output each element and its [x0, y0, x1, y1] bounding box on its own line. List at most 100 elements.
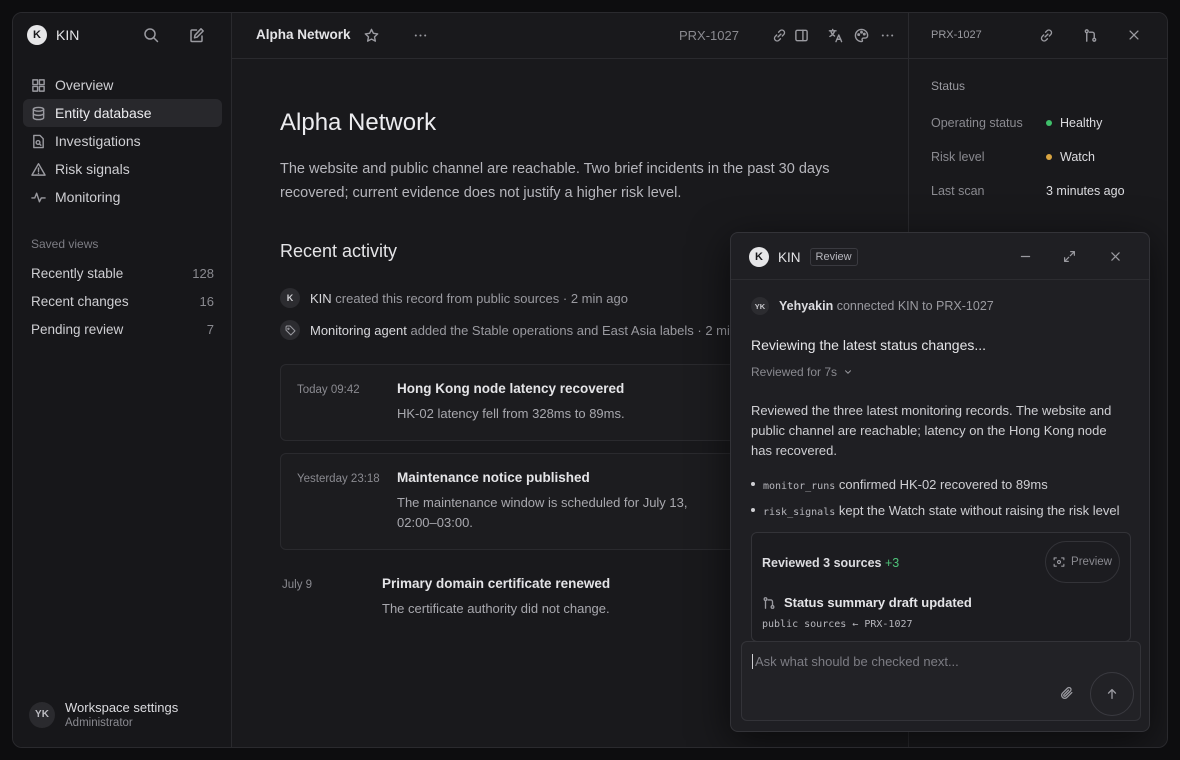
- nav-item-monitoring[interactable]: Monitoring: [23, 183, 222, 211]
- popup-header: K KIN Review: [731, 233, 1149, 280]
- workspace-settings[interactable]: YK Workspace settings Administrator: [29, 700, 178, 729]
- minimize-icon[interactable]: [1019, 250, 1032, 263]
- saved-views-list: Recently stable 128 Recent changes 16 Pe…: [23, 259, 222, 343]
- brand[interactable]: K KIN: [27, 25, 79, 45]
- bullet-dot: [751, 508, 755, 512]
- sources-title[interactable]: Reviewed 3 sources +3: [762, 556, 899, 570]
- details-header: PRX-1027: [909, 13, 1167, 59]
- prop-label: Operating status: [931, 116, 1023, 130]
- topbar: Alpha Network PRX-1027: [232, 13, 908, 59]
- nav-item-investigations[interactable]: Investigations: [23, 127, 222, 155]
- panel-icon[interactable]: [794, 28, 809, 43]
- event-card[interactable]: Yesterday 23:18 Maintenance notice publi…: [280, 453, 760, 550]
- view-count: 7: [206, 321, 214, 337]
- saved-view-recently-stable[interactable]: Recently stable 128: [23, 259, 222, 287]
- nav-label: Monitoring: [55, 189, 121, 205]
- bullet-dot: [751, 482, 755, 486]
- ask-input[interactable]: [752, 654, 1052, 669]
- more-icon[interactable]: [413, 28, 428, 43]
- page-title: Alpha Network: [280, 109, 437, 136]
- tool-name: monitor_runs: [763, 480, 836, 492]
- send-button[interactable]: [1090, 672, 1134, 716]
- nav-item-overview[interactable]: Overview: [23, 71, 222, 99]
- event-title: Primary domain certificate renewed: [382, 576, 611, 591]
- compose-icon[interactable]: [189, 27, 205, 43]
- event-desc: The maintenance window is scheduled for …: [397, 495, 688, 530]
- activity-actor[interactable]: KIN: [310, 291, 332, 306]
- event-title: Maintenance notice published: [397, 470, 590, 485]
- record-summary: The website and public channel are reach…: [280, 161, 830, 201]
- grid-icon: [31, 78, 46, 93]
- prop-label: Last scan: [931, 184, 985, 198]
- warning-icon: [31, 162, 46, 177]
- kin-logo: K: [749, 247, 769, 267]
- review-popup: K KIN Review YK Yehyakin connected KIN t…: [730, 232, 1150, 732]
- draft-update[interactable]: Status summary draft updated: [762, 595, 972, 610]
- record-id: PRX-1027: [679, 28, 739, 43]
- close-icon[interactable]: [1109, 250, 1122, 263]
- search-icon[interactable]: [143, 27, 159, 43]
- bullet-item: risk_signals kept the Watch state withou…: [751, 497, 1131, 523]
- git-branch-icon: [762, 596, 776, 610]
- kin-logo: K: [27, 25, 47, 45]
- status-title: Status: [931, 79, 966, 93]
- popup-name: KIN: [778, 249, 801, 265]
- view-label: Pending review: [31, 321, 124, 337]
- link-icon[interactable]: [1039, 28, 1054, 43]
- view-label: Recently stable: [31, 265, 124, 281]
- prop-operating-status: Operating status Healthy: [931, 116, 1151, 130]
- activity-actor[interactable]: Monitoring agent: [310, 323, 407, 338]
- preview-button[interactable]: Preview: [1045, 541, 1120, 583]
- saved-view-recent-changes[interactable]: Recent changes 16: [23, 287, 222, 315]
- avatar: YK: [29, 701, 55, 728]
- more-icon[interactable]: [880, 28, 895, 43]
- user-name: Workspace settings: [65, 700, 179, 715]
- palette-icon[interactable]: [854, 28, 869, 43]
- popup-body: YK Yehyakin connected KIN to PRX-1027 Re…: [751, 297, 1131, 523]
- saved-view-pending-review[interactable]: Pending review 7: [23, 315, 222, 343]
- connect-event: YK Yehyakin connected KIN to PRX-1027: [751, 297, 1131, 315]
- git-branch-icon[interactable]: [1083, 28, 1098, 43]
- paperclip-icon[interactable]: [1060, 686, 1074, 700]
- app-window: K KIN Overview Entity database Investiga…: [12, 12, 1168, 748]
- mode-badge[interactable]: Review: [809, 248, 858, 266]
- prop-value: Healthy: [1060, 116, 1103, 130]
- event-card[interactable]: Today 09:42 Hong Kong node latency recov…: [280, 364, 760, 441]
- nav-label: Investigations: [55, 133, 141, 149]
- close-icon[interactable]: [1127, 28, 1141, 42]
- avatar: YK: [751, 297, 769, 315]
- prop-risk-level: Risk level Watch: [931, 150, 1151, 164]
- view-count: 128: [192, 265, 214, 281]
- tool-name: risk_signals: [763, 506, 836, 518]
- bullet-text: confirmed HK-02 recovered to 89ms: [838, 476, 1048, 492]
- reviewing-status: Reviewing the latest status changes...: [751, 337, 987, 353]
- reviewed-for-toggle[interactable]: Reviewed for 7s: [751, 365, 1131, 379]
- sidebar: K KIN Overview Entity database Investiga…: [13, 13, 232, 747]
- bullet-item: monitor_runs confirmed HK-02 recovered t…: [751, 471, 1131, 497]
- event-desc: The certificate authority did not change…: [382, 601, 610, 616]
- sources-card: Reviewed 3 sources +3 Preview Status sum…: [751, 532, 1131, 642]
- chevron-down-icon: [843, 367, 853, 377]
- sources-plus: +3: [885, 556, 900, 570]
- link-icon[interactable]: [772, 28, 787, 43]
- nav-label: Overview: [55, 77, 114, 93]
- nav-item-risk-signals[interactable]: Risk signals: [23, 155, 222, 183]
- activity-text: added the Stable operations and East Asi…: [410, 322, 730, 338]
- event-card[interactable]: July 9 Primary domain certificate renewe…: [280, 562, 760, 633]
- panel-record-id: PRX-1027: [931, 29, 982, 41]
- event-time: Today 09:42: [297, 384, 360, 396]
- nav-label: Risk signals: [55, 161, 130, 177]
- nav-label: Entity database: [55, 105, 152, 121]
- status-badge[interactable]: Healthy: [1046, 116, 1102, 130]
- watch-dot-icon: [1046, 154, 1052, 160]
- scan-icon: [1053, 556, 1065, 568]
- star-icon[interactable]: [364, 28, 379, 43]
- review-bullets: monitor_runs confirmed HK-02 recovered t…: [751, 471, 1131, 523]
- event-title: Hong Kong node latency recovered: [397, 381, 625, 396]
- nav-item-entity-database[interactable]: Entity database: [23, 99, 222, 127]
- event-time: Yesterday 23:18: [297, 473, 380, 485]
- translate-icon[interactable]: [828, 28, 843, 43]
- risk-badge[interactable]: Watch: [1046, 150, 1095, 164]
- expand-icon[interactable]: [1063, 250, 1076, 263]
- document-search-icon: [31, 134, 46, 149]
